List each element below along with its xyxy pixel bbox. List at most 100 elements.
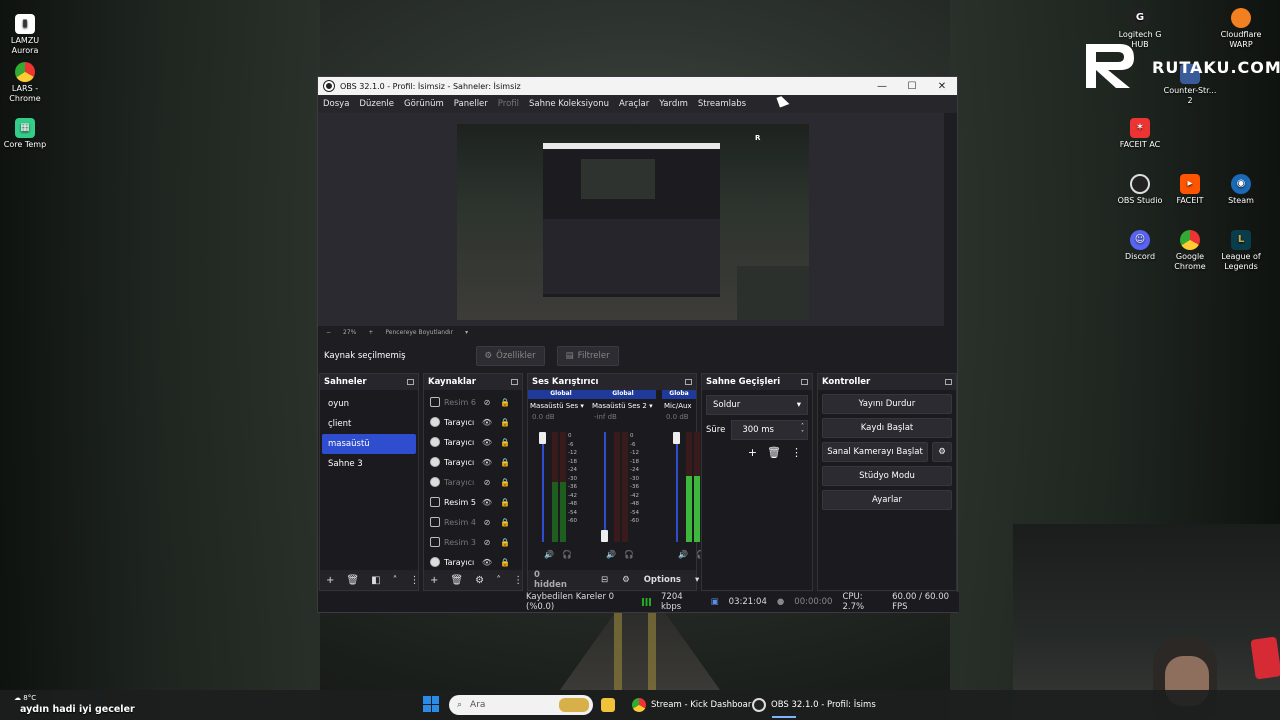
eye-hidden-icon[interactable]: ⊘ (480, 518, 494, 527)
trash-icon[interactable]: 🗑 (346, 575, 359, 586)
more-icon[interactable]: ⋮ (791, 446, 802, 459)
headphones-icon[interactable]: 🎧 (562, 550, 572, 559)
title-bar[interactable]: OBS 32.1.0 - Profil: İsimsiz - Sahneler:… (318, 77, 957, 95)
studio-mode-button[interactable]: Stüdyo Modu (822, 466, 952, 486)
source-item[interactable]: Tarayıcı 👁 🔒 (424, 412, 522, 432)
desktop-icon-steam[interactable]: ◉ Steam (1213, 174, 1269, 206)
fader-knob[interactable] (673, 432, 680, 444)
more-icon[interactable]: ⋮ (513, 575, 523, 586)
source-item[interactable]: Tarayıcı 👁 🔒 (424, 452, 522, 472)
desktop-icon-core-temp[interactable]: ▦ Core Temp (0, 118, 53, 150)
eye-icon[interactable]: 👁 (480, 438, 494, 447)
eye-icon[interactable]: 👁 (480, 458, 494, 467)
lock-icon[interactable]: 🔒 (498, 478, 512, 487)
settings-button[interactable]: Ayarlar (822, 490, 952, 510)
desktop-icon-faceit-ac[interactable]: ✶ FACEIT AC (1112, 118, 1168, 150)
menu-sahne-koleksiyonu[interactable]: Sahne Koleksiyonu (529, 99, 609, 109)
zoom-out-icon[interactable]: − (326, 329, 331, 336)
scene-item-selected[interactable]: masaüstü (322, 434, 416, 454)
volume-fader[interactable] (542, 432, 544, 542)
filters-button[interactable]: ▤ Filtreler (556, 346, 619, 366)
filter-icon[interactable]: ◧ (371, 575, 380, 586)
transition-select[interactable]: Soldur ▾ (706, 395, 808, 415)
stepper-icon[interactable]: ˄ ˅ (801, 423, 804, 437)
scene-item[interactable]: Sahne 3 (322, 454, 416, 474)
windows-start-icon[interactable] (423, 696, 439, 712)
gear-icon[interactable]: ⚙ (932, 442, 952, 462)
taskbar-app-obs[interactable]: OBS 32.1.0 - Profil: İsims (752, 695, 876, 718)
undock-icon[interactable] (511, 379, 518, 385)
trash-icon[interactable]: 🗑 (767, 446, 781, 459)
maximize-icon[interactable]: ☐ (897, 81, 927, 92)
fader-knob[interactable] (601, 530, 608, 542)
speaker-icon[interactable]: 🔊 (678, 550, 688, 559)
volume-fader[interactable] (604, 432, 606, 542)
more-icon[interactable]: ⋮ (410, 575, 420, 586)
trash-icon[interactable]: 🗑 (450, 575, 463, 586)
lock-icon[interactable]: 🔒 (498, 558, 512, 567)
add-icon[interactable]: + (748, 446, 757, 459)
desktop-icon-lars-chrome[interactable]: LARS - Chrome (0, 62, 53, 104)
source-item[interactable]: Tarayıcı 👁 🔒 (424, 552, 522, 572)
lock-icon[interactable]: 🔒 (498, 538, 512, 547)
menu-profil[interactable]: Profil (498, 99, 519, 109)
desktop-icon-lamzu[interactable]: ▮ LAMZU Aurora (0, 14, 53, 56)
desktop-icon-google-chrome[interactable]: Google Chrome (1162, 230, 1218, 272)
layout-icon[interactable]: ⊟ (601, 575, 608, 585)
speaker-icon[interactable]: 🔊 (544, 550, 554, 559)
gear-icon[interactable]: ⚙ (475, 575, 484, 586)
desktop-icon-league-of-legends[interactable]: L League of Legends (1213, 230, 1269, 272)
undock-icon[interactable] (685, 379, 692, 385)
menu-streamlabs[interactable]: Streamlabs (698, 99, 746, 109)
source-item[interactable]: Resim 3 ⊘ 🔒 (424, 532, 522, 552)
add-icon[interactable]: + (326, 575, 334, 586)
scene-item[interactable]: çlient (322, 414, 416, 434)
lock-icon[interactable]: 🔒 (498, 518, 512, 527)
chevron-down-icon[interactable]: ▾ (695, 575, 699, 585)
zoom-in-icon[interactable]: + (368, 329, 373, 336)
stop-stream-button[interactable]: Yayını Durdur (822, 394, 952, 414)
eye-hidden-icon[interactable]: ⊘ (480, 478, 494, 487)
preview-canvas[interactable]: R (457, 124, 809, 320)
start-virtual-camera-button[interactable]: Sanal Kamerayı Başlat (822, 442, 928, 462)
speaker-icon[interactable]: 🔊 (606, 550, 616, 559)
preview-area[interactable]: R (318, 113, 944, 326)
menu-duzenle[interactable]: Düzenle (359, 99, 394, 109)
menu-araclar[interactable]: Araçlar (619, 99, 649, 109)
desktop-icon-obs-studio[interactable]: OBS Studio (1112, 174, 1168, 206)
chevron-down-icon[interactable]: ▾ (578, 402, 584, 410)
lock-icon[interactable]: 🔒 (498, 418, 512, 427)
eye-hidden-icon[interactable]: ⊘ (480, 398, 494, 407)
add-icon[interactable]: + (430, 575, 438, 586)
obs-window[interactable]: OBS 32.1.0 - Profil: İsimsiz - Sahneler:… (317, 76, 959, 613)
menu-gorunum[interactable]: Görünüm (404, 99, 444, 109)
taskbar-search[interactable]: ⌕ Ara (449, 695, 593, 715)
lock-icon[interactable]: 🔒 (498, 458, 512, 467)
chevron-up-icon[interactable]: ˄ (496, 575, 501, 586)
source-item[interactable]: Resim 5 👁 🔒 (424, 492, 522, 512)
source-item[interactable]: Resim 6 ⊘ 🔒 (424, 392, 522, 412)
taskbar-app-chrome[interactable]: Stream - Kick Dashboar (632, 695, 751, 715)
undock-icon[interactable] (407, 379, 414, 385)
properties-button[interactable]: ⚙ Özellikler (475, 346, 545, 366)
channel-name[interactable]: Masaüstü Ses 2 ▾ (590, 399, 656, 413)
undock-icon[interactable] (945, 379, 952, 385)
weather-widget[interactable]: ☁ 8°C (14, 694, 36, 703)
eye-icon[interactable]: 👁 (480, 558, 494, 567)
eye-hidden-icon[interactable]: ⊘ (480, 538, 494, 547)
settings-icon[interactable]: ⚙ (622, 575, 630, 585)
channel-name[interactable]: Mic/Aux (662, 399, 696, 413)
lock-icon[interactable]: 🔒 (498, 398, 512, 407)
desktop-icon-faceit[interactable]: ▸ FACEIT (1162, 174, 1218, 206)
duration-input[interactable]: 300 ms ˄ ˅ (731, 420, 808, 440)
eye-icon[interactable]: 👁 (480, 498, 494, 507)
options-button[interactable]: Options (644, 575, 681, 585)
desktop-icon-cloudflare-warp[interactable]: Cloudflare WARP (1213, 8, 1269, 50)
menu-paneller[interactable]: Paneller (454, 99, 488, 109)
close-icon[interactable]: ✕ (927, 81, 957, 92)
undock-icon[interactable] (801, 379, 808, 385)
scene-item[interactable]: oyun (322, 394, 416, 414)
lock-icon[interactable]: 🔒 (498, 438, 512, 447)
volume-fader[interactable] (676, 432, 678, 542)
chevron-up-icon[interactable]: ˄ (393, 575, 398, 586)
